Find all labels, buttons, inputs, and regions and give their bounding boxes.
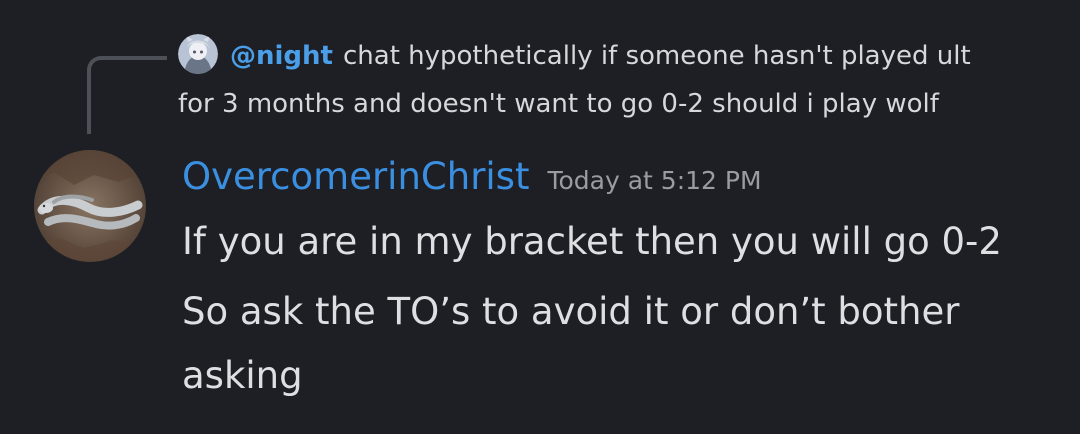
message-header: OvercomerinChrist Today at 5:12 PM [182,155,762,198]
reply-text-line1[interactable]: chat hypothetically if someone hasn't pl… [343,41,971,71]
author-avatar[interactable] [34,150,146,262]
message-line-2: So ask the TO’s to avoid it or don’t bot… [182,290,960,333]
message-line-3: asking [182,354,303,397]
reply-text-line2[interactable]: for 3 months and doesn't want to go 0-2 … [178,89,939,119]
reply-preview[interactable]: @night chat hypothetically if someone has… [178,32,1058,128]
reply-connector [87,56,167,134]
chat-message: @night chat hypothetically if someone has… [0,0,1080,434]
timestamp[interactable]: Today at 5:12 PM [547,166,761,195]
author-name[interactable]: OvercomerinChrist [182,155,529,198]
message-line-1: If you are in my bracket then you will g… [182,220,1002,263]
reply-author[interactable]: @night [230,41,333,71]
reply-avatar-icon[interactable] [178,34,218,74]
